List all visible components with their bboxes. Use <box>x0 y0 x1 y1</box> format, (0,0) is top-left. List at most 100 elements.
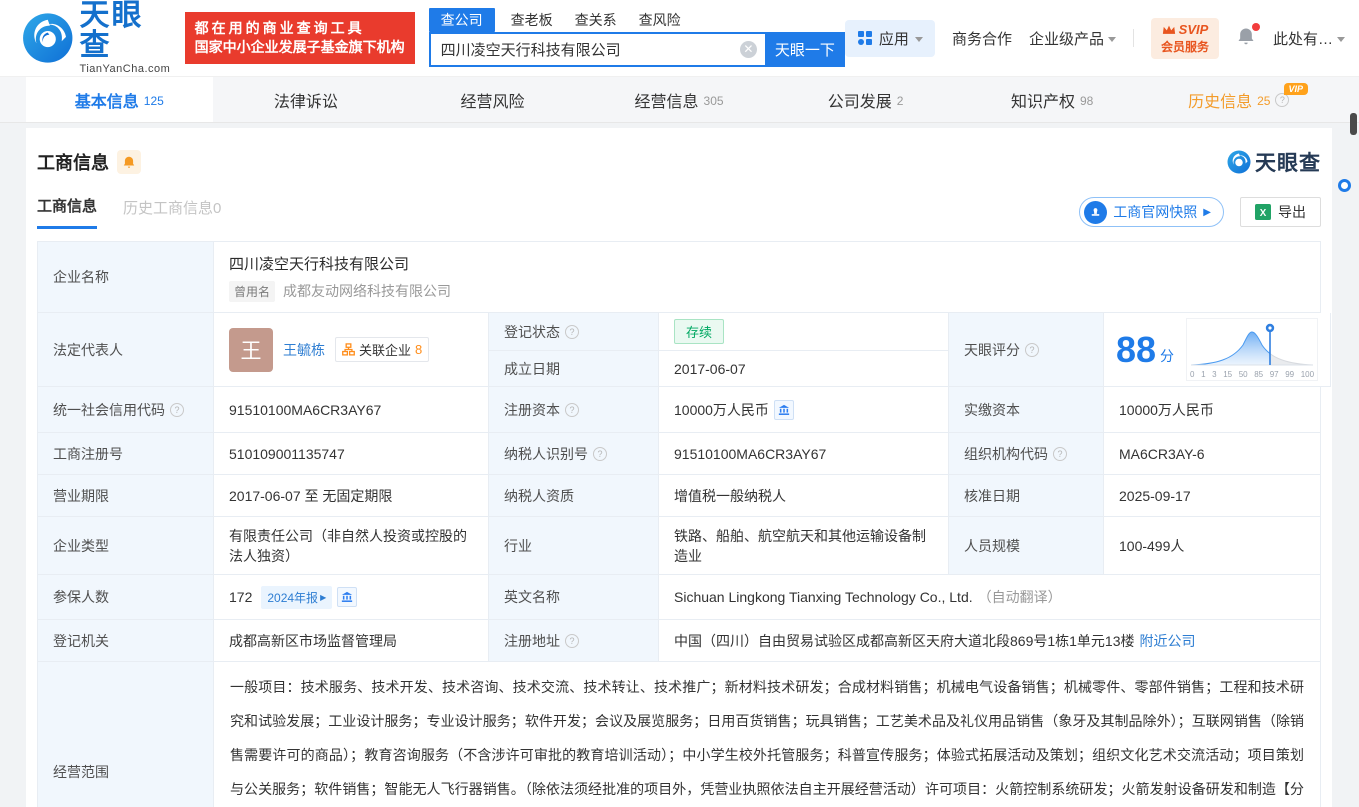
legal-rep-avatar[interactable]: 王 <box>229 327 273 372</box>
auto-translate-note: （自动翻译） <box>977 589 1062 605</box>
nearby-companies-link[interactable]: 附近公司 <box>1140 631 1196 651</box>
table-row-insured: 参保人数 172 2024年报 ▶ 英文名称 Sichuan Lingkong <box>38 575 1321 620</box>
insured-count-label: 参保人数 <box>38 575 214 620</box>
company-type-value: 有限责任公司（非自然人投资或控股的法人独资） <box>214 517 489 575</box>
help-icon[interactable]: ? <box>1025 342 1039 357</box>
chevron-down-icon <box>1107 36 1116 42</box>
scrollbar-thumb[interactable] <box>1350 113 1357 135</box>
stamp-icon <box>1084 200 1108 224</box>
search-button[interactable]: 天眼一下 <box>764 32 845 67</box>
legal-rep-label: 法定代表人 <box>38 313 214 387</box>
subtab-history-business-info[interactable]: 历史工商信息0 <box>123 197 221 228</box>
tianyancha-logo-icon <box>1227 150 1251 174</box>
table-row-authority: 登记机关 成都高新区市场监督管理局 注册地址 ? 中国（四川）自由贸易试验区成都… <box>38 620 1321 662</box>
business-term-label: 营业期限 <box>38 475 214 517</box>
tab-business-info[interactable]: 经营信息 305 <box>586 77 773 122</box>
tab-legal-litigation[interactable]: 法律诉讼 <box>213 77 400 122</box>
help-icon[interactable]: ? <box>565 324 579 339</box>
related-companies-label: 关联企业 <box>359 343 412 358</box>
nav-enterprise-products[interactable]: 企业级产品 <box>1029 28 1116 49</box>
svip-service-label: 会员服务 <box>1160 39 1209 54</box>
arrow-right-icon: ▶ <box>320 592 327 602</box>
capital-change-icon[interactable] <box>773 399 794 420</box>
tab-history-info[interactable]: 历史信息 25 ? VIP <box>1145 77 1332 122</box>
table-row-business-term: 营业期限 2017-06-07 至 无固定期限 纳税人资质 增值税一般纳税人 核… <box>38 475 1321 517</box>
table-row-company-name: 企业名称 四川凌空天行科技有限公司 曾用名 成都友动网络科技有限公司 <box>38 242 1321 313</box>
table-row-reg-number: 工商注册号 510109001135747 纳税人识别号 ? 91510100M… <box>38 433 1321 475</box>
official-snapshot-button[interactable]: 工商官网快照 ▶ <box>1079 197 1224 227</box>
tab-basic-info[interactable]: 基本信息 125 <box>26 77 213 122</box>
related-companies-badge[interactable]: 关联企业 8 <box>335 337 430 362</box>
tab-label: 经营信息 <box>634 93 699 111</box>
reg-authority-value: 成都高新区市场监督管理局 <box>214 620 489 662</box>
table-row-business-scope: 经营范围 一般项目：技术服务、技术开发、技术咨询、技术交流、技术转让、技术推广；… <box>38 662 1321 807</box>
search-tab-risk[interactable]: 查风险 <box>639 8 681 32</box>
annual-report-badge[interactable]: 2024年报 ▶ <box>261 585 333 609</box>
org-code-value: MA6CR3AY-6 <box>1104 433 1321 475</box>
score-cell[interactable]: 88 分 0 1 3 15 50 85 97 99 100 <box>1104 313 1332 387</box>
help-icon[interactable]: ? <box>170 402 184 417</box>
business-term-value: 2017-06-07 至 无固定期限 <box>214 475 489 517</box>
company-name-value[interactable]: 四川凌空天行科技有限公司 <box>229 253 409 274</box>
subtab-business-info[interactable]: 工商信息 <box>37 195 98 229</box>
tab-company-development[interactable]: 公司发展 2 <box>772 77 959 122</box>
tab-count: 25 <box>1257 93 1271 108</box>
svip-member-button[interactable]: SVIP 会员服务 <box>1150 17 1219 59</box>
industry-value: 铁路、船舶、航空航天和其他运输设备制造业 <box>659 517 949 575</box>
clear-search-icon[interactable]: ✕ <box>739 41 757 58</box>
top-header: 天眼查 TianYanCha.com 都在用的商业查询工具 国家中小企业发展子基… <box>0 0 1359 76</box>
org-code-label: 组织机构代码 ? <box>949 433 1104 475</box>
top-nav: 应用 商务合作 企业级产品 SVIP 会员服务 此处有… <box>844 17 1345 59</box>
taxpayer-quality-value: 增值税一般纳税人 <box>659 475 949 517</box>
tab-label: 基本信息 <box>74 93 139 111</box>
staff-size-value: 100-499人 <box>1104 517 1321 575</box>
search-tab-boss[interactable]: 查老板 <box>511 8 553 32</box>
search-tab-company[interactable]: 查公司 <box>428 8 495 32</box>
tianyancha-logo-icon <box>23 13 73 63</box>
help-icon[interactable]: ? <box>593 446 607 461</box>
nav-more-dropdown[interactable]: 此处有… <box>1273 28 1345 49</box>
insured-change-icon[interactable] <box>337 587 358 607</box>
score-distribution-chart: 01 3 15 50 85 97 99 100 <box>1186 318 1319 381</box>
reg-authority-label: 登记机关 <box>38 620 214 662</box>
table-row-legal-rep: 法定代表人 王 王毓栋 关联企业 8 登记状态 ? 存续 成立日期 2017-0… <box>38 313 1332 387</box>
help-icon[interactable]: ? <box>565 633 579 648</box>
search-tab-relation[interactable]: 查关系 <box>575 8 617 32</box>
reg-status-label: 登记状态 ? <box>489 313 659 351</box>
nav-more-label: 此处有… <box>1272 30 1333 48</box>
crown-icon <box>1162 25 1175 34</box>
reg-number-label: 工商注册号 <box>38 433 214 475</box>
vip-badge: VIP <box>1283 83 1309 95</box>
svg-text:X: X <box>1260 208 1267 219</box>
tab-intellectual-property[interactable]: 知识产权 98 <box>959 77 1146 122</box>
help-icon[interactable]: ? <box>565 402 579 417</box>
insured-count-value: 172 <box>229 589 253 605</box>
export-button[interactable]: X 导出 <box>1240 197 1321 227</box>
tab-label: 知识产权 <box>1010 93 1075 111</box>
score-value: 88 <box>1116 328 1157 370</box>
tab-operation-risk[interactable]: 经营风险 <box>399 77 586 122</box>
floating-widget-icon[interactable] <box>1338 179 1351 192</box>
brand-name: 天眼查 <box>79 0 144 62</box>
arrow-right-icon: ▶ <box>1203 206 1211 218</box>
search-input[interactable] <box>428 32 765 67</box>
help-icon[interactable]: ? <box>1053 446 1067 461</box>
business-info-card: 工商信息 天眼查 工商信息 历史工商信息0 工商官网快照 ▶ X 导出 企业名称… <box>26 128 1332 807</box>
apps-label: 应用 <box>878 30 909 48</box>
annual-report-label: 2024年报 <box>267 590 319 605</box>
tab-count: 305 <box>703 93 724 108</box>
tianyancha-logo[interactable]: 天眼查 TianYanCha.com <box>22 1 175 75</box>
apps-menu-button[interactable]: 应用 <box>844 19 935 57</box>
apps-grid-icon <box>857 31 872 45</box>
paid-capital-label: 实缴资本 <box>949 387 1104 433</box>
reg-capital-label: 注册资本 ? <box>489 387 659 433</box>
watermark-brand: 天眼查 <box>1255 152 1321 175</box>
snapshot-label: 工商官网快照 <box>1113 204 1198 220</box>
nav-business-cooperation[interactable]: 商务合作 <box>952 28 1012 49</box>
legal-rep-name-link[interactable]: 王毓栋 <box>283 340 325 360</box>
export-label: 导出 <box>1278 204 1306 220</box>
notification-bell-button[interactable] <box>1236 22 1260 51</box>
subscribe-bell-button[interactable] <box>117 150 141 174</box>
tab-count: 2 <box>896 93 904 108</box>
related-companies-count: 8 <box>415 342 423 357</box>
